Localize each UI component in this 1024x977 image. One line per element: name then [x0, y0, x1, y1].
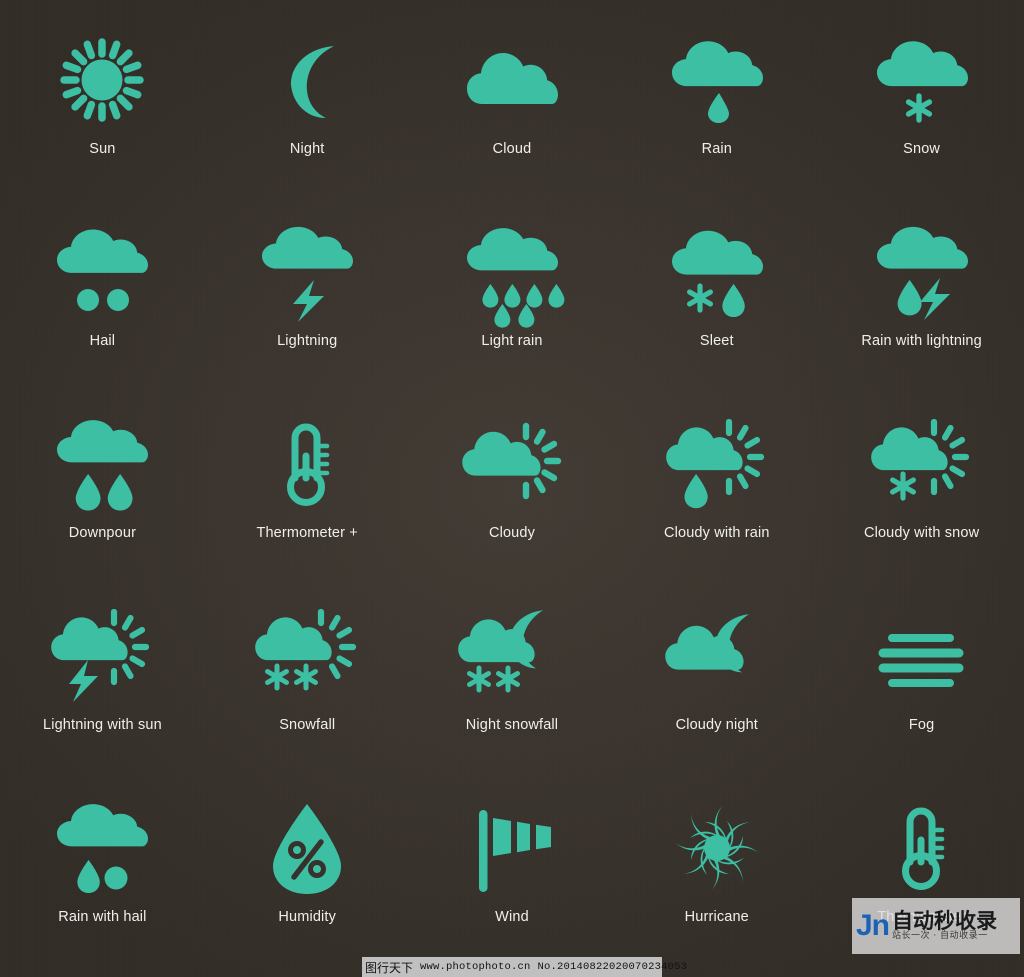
- cloud-sleet-icon[interactable]: [659, 218, 775, 326]
- icon-label: Rain with lightning: [861, 333, 982, 349]
- moon-cloud-icon[interactable]: [659, 602, 775, 710]
- icon-cell-snowfall[interactable]: Snowfall: [205, 576, 410, 768]
- watermark-chinese-main: 自动秒收录: [892, 909, 998, 934]
- icon-label: Humidity: [278, 909, 336, 925]
- icon-label: Lightning with sun: [43, 717, 162, 733]
- icon-cell-cloudy[interactable]: Cloudy: [410, 384, 615, 576]
- cloud-lightning-icon[interactable]: [249, 218, 365, 326]
- cloud-snow-icon[interactable]: [864, 26, 980, 134]
- moon-icon[interactable]: [249, 26, 365, 134]
- sun-cloud-snowfall-icon[interactable]: [249, 602, 365, 710]
- icon-cell-cloudy-with-snow[interactable]: Cloudy with snow: [819, 384, 1024, 576]
- icon-cell-hurricane[interactable]: Hurricane: [614, 768, 819, 960]
- icon-cell-sun[interactable]: Sun: [0, 0, 205, 192]
- icon-cell-night-snowfall[interactable]: Night snowfall: [410, 576, 615, 768]
- thermometer-plus-icon[interactable]: [249, 410, 365, 518]
- icon-label: Sleet: [699, 333, 734, 349]
- icon-cell-rain[interactable]: Rain: [614, 0, 819, 192]
- watermark-logo-text: Jn: [856, 909, 890, 942]
- weather-icon-grid: Sun Night Cloud Rain Snow Hail Lightning…: [0, 0, 1024, 960]
- icon-label: Thermometer +: [256, 525, 358, 541]
- cloud-icon[interactable]: [454, 26, 570, 134]
- icon-label: Cloudy with rain: [664, 525, 770, 541]
- icon-label: Hail: [89, 333, 116, 349]
- icon-cell-rain-with-hail[interactable]: Rain with hail: [0, 768, 205, 960]
- icon-cell-lightning-with-sun[interactable]: Lightning with sun: [0, 576, 205, 768]
- icon-cell-snow[interactable]: Snow: [819, 0, 1024, 192]
- windsock-icon[interactable]: [454, 794, 570, 902]
- watermark-logo-overlay: Jn 自动秒收录 站长一次 · 自动收录一: [852, 898, 1020, 954]
- sun-cloud-snow-icon[interactable]: [864, 410, 980, 518]
- icon-cell-sleet[interactable]: Sleet: [614, 192, 819, 384]
- icon-cell-night[interactable]: Night: [205, 0, 410, 192]
- icon-label: Cloud: [492, 141, 532, 157]
- watermark-attribution-bar: 图行天下 www.photophoto.cn No.20140822020070…: [362, 957, 687, 977]
- sun-cloud-rain-icon[interactable]: [659, 410, 775, 518]
- icon-label: Snow: [903, 141, 941, 157]
- sun-cloud-lightning-icon[interactable]: [44, 602, 160, 710]
- humidity-drop-percent-icon[interactable]: [249, 794, 365, 902]
- icon-cell-cloudy-night[interactable]: Cloudy night: [614, 576, 819, 768]
- watermark-chinese-sub: 站长一次 · 自动收录一: [892, 931, 988, 942]
- icon-label: Rain with hail: [58, 909, 147, 925]
- icon-sheet-background: Sun Night Cloud Rain Snow Hail Lightning…: [0, 0, 1024, 977]
- icon-cell-cloud[interactable]: Cloud: [410, 0, 615, 192]
- icon-cell-fog[interactable]: Fog: [819, 576, 1024, 768]
- moon-cloud-snowfall-icon[interactable]: [454, 602, 570, 710]
- icon-cell-thermometer-plus[interactable]: Thermometer +: [205, 384, 410, 576]
- hurricane-spiral-icon[interactable]: [659, 794, 775, 902]
- watermark-photo-id: No.20140822020070234053: [537, 961, 688, 973]
- icon-label: Night snowfall: [465, 717, 559, 733]
- icon-label: Night: [289, 141, 325, 157]
- icon-label: Fog: [908, 717, 935, 733]
- cloud-hail-icon[interactable]: [44, 218, 160, 326]
- cloud-rain-icon[interactable]: [659, 26, 775, 134]
- icon-cell-lightning[interactable]: Lightning: [205, 192, 410, 384]
- icon-label: Snowfall: [279, 717, 336, 733]
- icon-label: Wind: [495, 909, 529, 925]
- icon-cell-hail[interactable]: Hail: [0, 192, 205, 384]
- icon-label: Lightning: [277, 333, 338, 349]
- watermark-site-name-cjk: 图行天下: [365, 960, 414, 975]
- icon-cell-humidity[interactable]: Humidity: [205, 768, 410, 960]
- cloud-rain-lightning-icon[interactable]: [864, 218, 980, 326]
- icon-cell-cloudy-with-rain[interactable]: Cloudy with rain: [614, 384, 819, 576]
- icon-cell-wind[interactable]: Wind: [410, 768, 615, 960]
- cloud-rain-hail-icon[interactable]: [44, 794, 160, 902]
- fog-icon[interactable]: [864, 602, 980, 710]
- thermometer-icon[interactable]: [864, 794, 980, 902]
- icon-label: Cloudy with snow: [863, 525, 980, 541]
- icon-label: Cloudy night: [675, 717, 758, 733]
- watermark-site-url: www.photophoto.cn: [420, 961, 531, 973]
- icon-label: Sun: [89, 141, 116, 157]
- icon-label: Light rain: [481, 333, 543, 349]
- cloud-downpour-icon[interactable]: [44, 410, 160, 518]
- sun-cloud-icon[interactable]: [454, 410, 570, 518]
- icon-label: Downpour: [68, 525, 137, 541]
- cloud-light-rain-icon[interactable]: [454, 218, 570, 328]
- icon-label: Hurricane: [684, 909, 749, 925]
- icon-label: Rain: [701, 141, 732, 157]
- icon-cell-downpour[interactable]: Downpour: [0, 384, 205, 576]
- sun-icon[interactable]: [44, 26, 160, 134]
- icon-cell-rain-with-lightning[interactable]: Rain with lightning: [819, 192, 1024, 384]
- icon-cell-light-rain[interactable]: Light rain: [410, 192, 615, 384]
- icon-label: Cloudy: [488, 525, 536, 541]
